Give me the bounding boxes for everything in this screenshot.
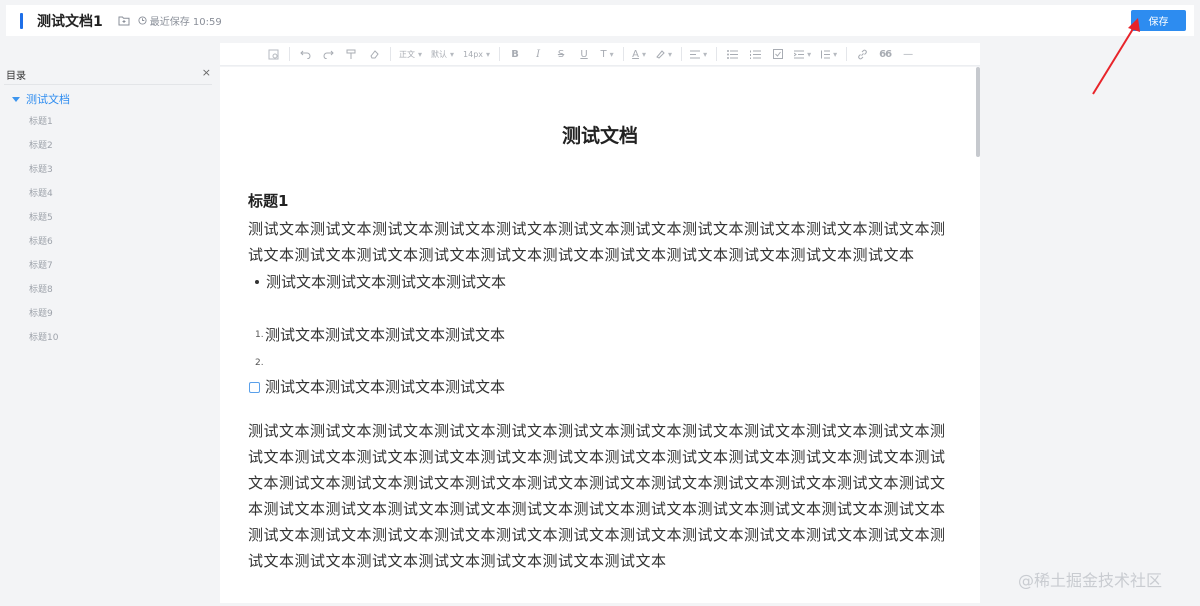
strikethrough-icon[interactable]: S (554, 46, 568, 62)
outline-title: 目录 (6, 70, 26, 82)
chevron-down-icon: ▾ (833, 49, 838, 59)
outline-item[interactable]: 标题1 (0, 110, 216, 134)
eraser-icon[interactable] (367, 46, 381, 62)
horizontal-rule-icon[interactable]: — (901, 46, 915, 62)
indent-icon[interactable]: ▾ (794, 46, 811, 62)
chevron-down-icon: ▾ (668, 49, 673, 59)
editor-toolbar: 正文 ▾ 默认 ▾ 14px ▾ B I S U T ▾ A ▾ ▾ ▾ ▾ ▾ 66 — (220, 43, 980, 66)
outline-root-label: 测试文档 (26, 93, 70, 106)
font-color-glyph: A (632, 48, 639, 60)
clock-icon (138, 16, 147, 25)
line-height-icon[interactable]: ▾ (820, 46, 837, 62)
font-family-value: 默认 (431, 49, 448, 59)
heading-1[interactable]: 标题1 (248, 190, 288, 211)
bullet-list-icon[interactable] (725, 46, 739, 62)
align-left-icon[interactable]: ▾ (690, 46, 707, 62)
watermark: @稀土掘金技术社区 (1018, 571, 1163, 590)
font-color-icon[interactable]: A ▾ (632, 46, 646, 62)
clear-format-icon[interactable] (266, 46, 280, 62)
outline-item[interactable]: 标题4 (0, 182, 216, 206)
toolbar-divider (289, 47, 290, 61)
redo-icon[interactable] (321, 46, 335, 62)
font-family-select[interactable]: 默认 ▾ (431, 46, 454, 62)
toolbar-divider (846, 47, 848, 61)
outline-item[interactable]: 标题7 (0, 254, 216, 278)
outline-sidebar: 目录 × 测试文档 标题1 标题2 标题3 标题4 标题5 标题6 标题7 标题… (0, 64, 216, 606)
highlight-icon[interactable]: ▾ (655, 46, 672, 62)
outline-item[interactable]: 标题6 (0, 230, 216, 254)
toolbar-divider (716, 47, 718, 61)
title-accent-bar (20, 12, 23, 29)
list-number: 1. (255, 330, 264, 340)
list-number: 2. (255, 358, 264, 368)
outline-item[interactable]: 标题10 (0, 326, 216, 350)
font-size-select[interactable]: 14px ▾ (463, 46, 490, 62)
ordered-list-item[interactable]: 1. 测试文本测试文本测试文本测试文本 (255, 322, 505, 348)
outline-item[interactable]: 标题5 (0, 206, 216, 230)
paragraph-style-value: 正文 (399, 49, 415, 59)
paragraph[interactable]: 测试文本测试文本测试文本测试文本测试文本测试文本测试文本测试文本测试文本测试文本… (248, 216, 948, 268)
chevron-down-icon: ▾ (450, 49, 455, 59)
subscript-glyph: T (600, 48, 607, 60)
bullet-list-item[interactable]: 测试文本测试文本测试文本测试文本 (255, 269, 506, 295)
caret-down-icon[interactable] (12, 96, 20, 102)
outline-header: 目录 × (0, 64, 216, 84)
outline-divider (4, 84, 212, 85)
chevron-down-icon: ▾ (609, 49, 614, 59)
outline-item[interactable]: 标题9 (0, 302, 216, 326)
outline-item[interactable]: 标题3 (0, 158, 216, 182)
toolbar-divider (499, 47, 501, 61)
underline-icon[interactable]: U (577, 46, 591, 62)
outline-list: 标题1 标题2 标题3 标题4 标题5 标题6 标题7 标题8 标题9 标题10 (0, 110, 216, 350)
paragraph[interactable]: 测试文本测试文本测试文本测试文本测试文本测试文本测试文本测试文本测试文本测试文本… (248, 418, 948, 574)
toolbar-divider (681, 47, 683, 61)
paragraph-style-select[interactable]: 正文 ▾ (399, 46, 422, 62)
outline-item[interactable]: 标题2 (0, 134, 216, 158)
header-bar: 测试文档1 最近保存 10:59 (6, 5, 1194, 36)
todo-text: 测试文本测试文本测试文本测试文本 (265, 378, 506, 396)
outline-item[interactable]: 标题8 (0, 278, 216, 302)
todo-item[interactable]: 测试文本测试文本测试文本测试文本 (249, 374, 505, 400)
save-status-text: 最近保存 10:59 (149, 17, 222, 28)
ordered-text: 测试文本测试文本测试文本测试文本 (265, 326, 506, 344)
bullet-dot-icon (255, 280, 259, 284)
font-size-value: 14px (463, 49, 484, 59)
document-name[interactable]: 测试文档1 (37, 11, 103, 31)
chevron-down-icon: ▾ (418, 49, 423, 59)
format-painter-icon[interactable] (344, 46, 358, 62)
ordered-list-icon[interactable] (748, 46, 762, 62)
toolbar-divider (623, 47, 625, 61)
checkbox-list-icon[interactable] (771, 46, 785, 62)
ordered-list-item[interactable]: 2. (255, 350, 265, 376)
checkbox-icon[interactable] (249, 381, 260, 393)
folder-icon[interactable] (117, 14, 131, 28)
toolbar-divider (390, 47, 391, 61)
chevron-down-icon: ▾ (807, 49, 812, 59)
outline-root-item[interactable]: 测试文档 (0, 92, 216, 106)
quote-icon[interactable]: 66 (878, 46, 892, 62)
save-status: 最近保存 10:59 (138, 13, 222, 28)
italic-icon[interactable]: I (531, 46, 545, 62)
bullet-text: 测试文本测试文本测试文本测试文本 (266, 273, 507, 291)
chevron-down-icon: ▾ (486, 49, 491, 59)
subscript-icon[interactable]: T ▾ (600, 46, 614, 62)
undo-icon[interactable] (298, 46, 312, 62)
document-title[interactable]: 测试文档 (220, 121, 980, 148)
annotation-arrow-icon (1092, 18, 1140, 95)
bold-icon[interactable]: B (508, 46, 522, 62)
chevron-down-icon: ▾ (641, 49, 646, 59)
chevron-down-icon: ▾ (703, 49, 708, 59)
link-icon[interactable] (855, 46, 869, 62)
close-icon[interactable]: × (202, 67, 211, 79)
